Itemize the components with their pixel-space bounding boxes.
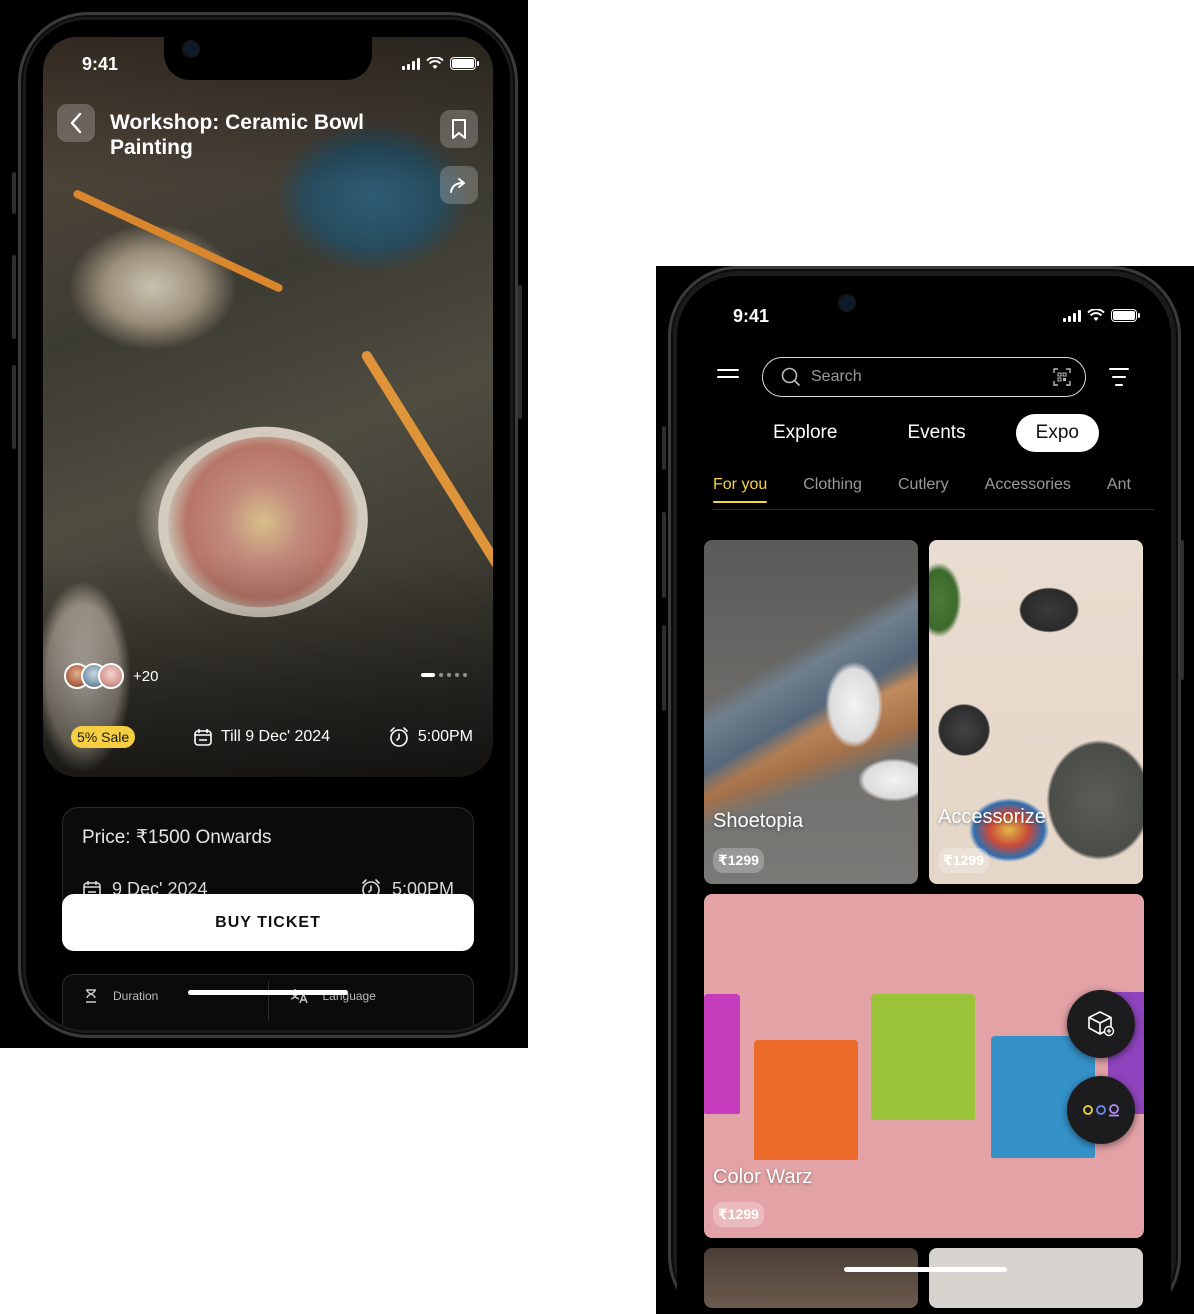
calendar-icon xyxy=(194,729,212,746)
avatar xyxy=(98,663,124,689)
tile-price: ₹1299 xyxy=(713,848,764,873)
back-button[interactable] xyxy=(57,104,95,142)
event-date: Till 9 Dec' 2024 xyxy=(193,727,330,747)
tile-name: Accessorize xyxy=(938,806,1046,828)
status-time: 9:41 xyxy=(82,54,119,74)
tshirt-shape xyxy=(871,994,975,1120)
bookmark-button[interactable] xyxy=(440,110,478,148)
event-info-card: Duration Language xyxy=(62,974,474,1030)
language-info: Language xyxy=(269,975,474,1030)
signal-icon xyxy=(402,57,420,70)
alarm-clock-icon xyxy=(390,727,408,747)
bookmark-icon xyxy=(452,119,466,139)
attendee-count: +20 xyxy=(133,667,159,685)
signal-icon xyxy=(1063,309,1081,322)
battery-icon xyxy=(1111,309,1140,322)
event-title: Workshop: Ceramic Bowl Painting xyxy=(110,111,364,159)
tshirt-shape xyxy=(704,994,740,1114)
phone-2-volume-down xyxy=(662,625,666,711)
expo-tile-shoetopia[interactable]: Shoetopia ₹1299 xyxy=(704,540,918,884)
phone-2-mute-switch xyxy=(662,426,666,470)
more-options-button[interactable] xyxy=(1067,1076,1135,1144)
hourglass-icon xyxy=(86,989,96,1003)
tab-events[interactable]: Events xyxy=(888,414,986,452)
carousel-dot xyxy=(439,673,443,677)
status-bar: 9:41 xyxy=(82,54,479,78)
share-icon xyxy=(450,178,465,193)
chevron-left-icon xyxy=(70,112,82,134)
phone-1-screen: 9:41 Workshop: Ceramic Bowl Painting +20… xyxy=(26,20,510,1030)
expo-tile-partial[interactable] xyxy=(929,1248,1143,1308)
home-indicator[interactable] xyxy=(188,990,348,995)
search-bar[interactable] xyxy=(762,357,1086,397)
phone-1-power-button xyxy=(518,285,522,419)
phone-2-screen: 9:41 Explore Events Expo For you Clothing… xyxy=(677,276,1171,1314)
category-tab-for-you[interactable]: For you xyxy=(713,476,768,503)
qr-scan-icon[interactable] xyxy=(1053,368,1071,386)
carousel-indicator[interactable] xyxy=(421,673,467,677)
category-tab-clothing[interactable]: Clothing xyxy=(803,476,862,503)
category-tab-accessories[interactable]: Accessories xyxy=(985,476,1071,503)
search-input[interactable] xyxy=(811,368,1053,386)
carousel-dot-active xyxy=(421,673,435,677)
tile-name: Color Warz xyxy=(713,1166,813,1188)
tab-explore[interactable]: Explore xyxy=(753,414,857,452)
home-indicator[interactable] xyxy=(844,1267,1007,1272)
filter-icon[interactable] xyxy=(1109,368,1129,386)
battery-icon xyxy=(450,57,479,70)
tshirt-shape xyxy=(754,1040,858,1160)
share-button[interactable] xyxy=(440,166,478,204)
status-icons xyxy=(1063,309,1140,322)
status-time: 9:41 xyxy=(733,306,770,326)
top-tabs: Explore Events Expo xyxy=(753,414,1099,452)
tile-name: Shoetopia xyxy=(713,810,804,832)
ticket-price: Price: ₹1500 Onwards xyxy=(82,827,272,848)
tab-expo[interactable]: Expo xyxy=(1015,414,1099,452)
box-add-icon xyxy=(1088,1011,1115,1037)
phone-1-mute-switch xyxy=(12,172,16,214)
duration-info: Duration xyxy=(63,975,268,1030)
status-icons xyxy=(402,57,479,70)
event-date-text: Till 9 Dec' 2024 xyxy=(220,728,331,745)
event-time-text: 5:00PM xyxy=(417,728,473,745)
phone-1-volume-up xyxy=(12,255,16,339)
event-meta-row: 5% Sale Till 9 Dec' 2024 5:00PM xyxy=(71,726,473,748)
carousel-dot xyxy=(455,673,459,677)
phone-1-volume-down xyxy=(12,365,16,449)
sale-badge: 5% Sale xyxy=(71,726,136,748)
tile-price: ₹1299 xyxy=(938,848,989,873)
more-options-icon xyxy=(1083,1104,1119,1117)
carousel-dot xyxy=(447,673,451,677)
buy-ticket-button[interactable]: BUY TICKET xyxy=(62,894,474,951)
attendee-avatars[interactable]: +20 xyxy=(64,663,158,689)
category-tab-antiques[interactable]: Ant xyxy=(1107,476,1131,503)
tile-price: ₹1299 xyxy=(713,1202,764,1227)
box-add-button[interactable] xyxy=(1067,990,1135,1058)
duration-label: Duration xyxy=(113,989,159,1003)
expo-tile-color-warz[interactable]: Color Warz ₹1299 xyxy=(704,894,1144,1238)
wifi-icon xyxy=(426,57,444,69)
expo-tile-accessorize[interactable]: Accessorize ₹1299 xyxy=(929,540,1143,884)
category-tabs: For you Clothing Cutlery Accessories Ant xyxy=(713,476,1154,510)
carousel-dot xyxy=(463,673,467,677)
menu-icon[interactable] xyxy=(717,369,739,385)
event-time: 5:00PM xyxy=(388,726,473,748)
phone-2-volume-up xyxy=(662,512,666,598)
category-tab-cutlery[interactable]: Cutlery xyxy=(898,476,949,503)
status-bar: 9:41 xyxy=(733,306,1140,330)
expo-tile-partial[interactable] xyxy=(704,1248,918,1308)
search-icon xyxy=(781,367,800,386)
wifi-icon xyxy=(1087,309,1105,321)
